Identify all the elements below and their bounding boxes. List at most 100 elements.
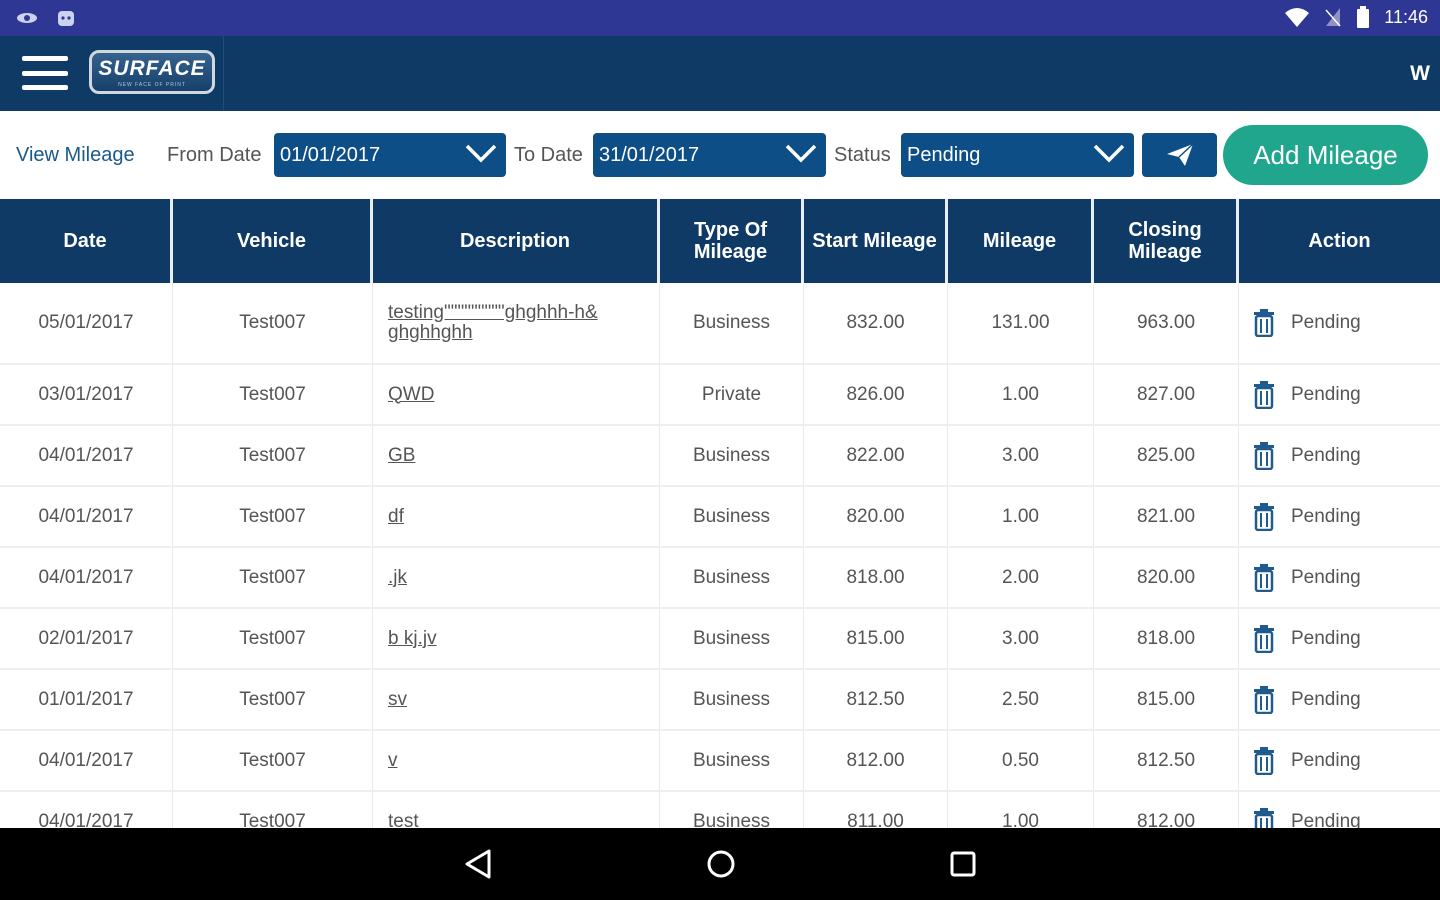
- home-icon[interactable]: [701, 846, 741, 882]
- cell-type: Business: [660, 283, 804, 363]
- trash-icon[interactable]: [1253, 441, 1275, 470]
- cell-closing-mileage: 812.00: [1094, 792, 1239, 828]
- description-link[interactable]: GB: [388, 445, 415, 466]
- back-icon[interactable]: [459, 846, 499, 882]
- add-mileage-button[interactable]: Add Mileage: [1223, 125, 1428, 185]
- table-row[interactable]: 02/01/2017 Test007 b kj.jv Business 815.…: [0, 609, 1440, 670]
- menu-icon[interactable]: [20, 54, 70, 92]
- cell-mileage: 1.00: [948, 487, 1094, 546]
- description-link[interactable]: v: [388, 750, 398, 771]
- cell-action: Pending: [1239, 426, 1440, 485]
- cell-date: 03/01/2017: [0, 365, 173, 424]
- cell-date: 01/01/2017: [0, 670, 173, 729]
- table-row[interactable]: 04/01/2017 Test007 df Business 820.00 1.…: [0, 487, 1440, 548]
- table-row[interactable]: 05/01/2017 Test007 testing"""""""""ghghh…: [0, 283, 1440, 365]
- chevron-down-icon: [1093, 144, 1125, 163]
- table-row[interactable]: 01/01/2017 Test007 sv Business 812.50 2.…: [0, 670, 1440, 731]
- cell-mileage: 3.00: [948, 426, 1094, 485]
- table-header: Date Vehicle Description Type Of Mileage…: [0, 199, 1440, 283]
- recents-icon[interactable]: [943, 846, 983, 882]
- trash-icon[interactable]: [1253, 563, 1275, 592]
- column-header-mileage[interactable]: Mileage: [948, 199, 1094, 283]
- table-row[interactable]: 04/01/2017 Test007 .jk Business 818.00 2…: [0, 548, 1440, 609]
- cell-action: Pending: [1239, 670, 1440, 729]
- chevron-down-icon: [465, 144, 497, 163]
- status-text: Pending: [1291, 749, 1361, 771]
- from-date-select[interactable]: 01/01/2017: [274, 133, 506, 177]
- cell-mileage: 0.50: [948, 731, 1094, 790]
- cell-start-mileage: 815.00: [804, 609, 948, 668]
- cell-type: Business: [660, 548, 804, 607]
- trash-icon[interactable]: [1253, 807, 1275, 829]
- cell-start-mileage: 812.00: [804, 731, 948, 790]
- status-text: Pending: [1291, 505, 1361, 527]
- cell-action: Pending: [1239, 365, 1440, 424]
- cell-closing-mileage: 820.00: [1094, 548, 1239, 607]
- to-date-label: To Date: [514, 144, 583, 166]
- mileage-table[interactable]: 05/01/2017 Test007 testing"""""""""ghghh…: [0, 283, 1440, 828]
- cell-vehicle: Test007: [173, 792, 373, 828]
- cell-description: b kj.jv: [373, 609, 660, 668]
- cell-mileage: 1.00: [948, 365, 1094, 424]
- cell-date: 02/01/2017: [0, 609, 173, 668]
- table-row[interactable]: 04/01/2017 Test007 test Business 811.00 …: [0, 792, 1440, 828]
- description-link[interactable]: df: [388, 506, 404, 527]
- cell-type: Business: [660, 670, 804, 729]
- cell-description: test: [373, 792, 660, 828]
- cell-vehicle: Test007: [173, 670, 373, 729]
- table-row[interactable]: 04/01/2017 Test007 v Business 812.00 0.5…: [0, 731, 1440, 792]
- app-notification-icon: [58, 11, 74, 26]
- status-text: Pending: [1291, 810, 1361, 829]
- description-link[interactable]: testing"""""""""ghghhh-h&ghghhghh: [388, 303, 603, 343]
- status-value: Pending: [907, 144, 981, 166]
- trash-icon[interactable]: [1253, 746, 1275, 775]
- table-row[interactable]: 03/01/2017 Test007 QWD Private 826.00 1.…: [0, 365, 1440, 426]
- app-bar: SURFACE NEW FACE OF PRINT W: [0, 36, 1440, 111]
- surface-logo: SURFACE NEW FACE OF PRINT: [89, 50, 215, 94]
- cell-closing-mileage: 815.00: [1094, 670, 1239, 729]
- from-date-value: 01/01/2017: [280, 144, 381, 166]
- cell-closing-mileage: 818.00: [1094, 609, 1239, 668]
- status-select[interactable]: Pending: [901, 133, 1134, 177]
- app-bar-divider: [223, 36, 224, 111]
- trash-icon[interactable]: [1253, 380, 1275, 409]
- send-icon: [1166, 143, 1194, 166]
- logo-tagline: NEW FACE OF PRINT: [118, 81, 186, 88]
- description-link[interactable]: QWD: [388, 384, 434, 405]
- cell-description: v: [373, 731, 660, 790]
- trash-icon[interactable]: [1253, 502, 1275, 531]
- trash-icon[interactable]: [1253, 685, 1275, 714]
- cell-start-mileage: 826.00: [804, 365, 948, 424]
- description-link[interactable]: b kj.jv: [388, 628, 437, 649]
- filter-bar: View Mileage From Date 01/01/2017 To Dat…: [0, 111, 1440, 199]
- description-link[interactable]: .jk: [388, 567, 407, 588]
- cell-date: 04/01/2017: [0, 426, 173, 485]
- navigation-bar: [0, 828, 1440, 900]
- cell-mileage: 131.00: [948, 283, 1094, 363]
- cell-mileage: 3.00: [948, 609, 1094, 668]
- description-link[interactable]: test: [388, 811, 419, 828]
- column-header-type[interactable]: Type Of Mileage: [660, 199, 804, 283]
- cell-mileage: 2.00: [948, 548, 1094, 607]
- cell-start-mileage: 832.00: [804, 283, 948, 363]
- cell-type: Business: [660, 426, 804, 485]
- page-title: View Mileage: [16, 144, 135, 166]
- cell-action: Pending: [1239, 731, 1440, 790]
- description-link[interactable]: sv: [388, 689, 407, 710]
- cell-action: Pending: [1239, 283, 1440, 363]
- trash-icon[interactable]: [1253, 309, 1275, 337]
- to-date-select[interactable]: 31/01/2017: [593, 133, 826, 177]
- cell-vehicle: Test007: [173, 283, 373, 363]
- filter-submit-button[interactable]: [1142, 133, 1217, 177]
- trash-icon[interactable]: [1253, 624, 1275, 653]
- cell-start-mileage: 818.00: [804, 548, 948, 607]
- column-header-start-mileage[interactable]: Start Mileage: [804, 199, 948, 283]
- column-header-vehicle[interactable]: Vehicle: [173, 199, 373, 283]
- cell-action: Pending: [1239, 548, 1440, 607]
- column-header-description[interactable]: Description: [373, 199, 660, 283]
- cell-description: .jk: [373, 548, 660, 607]
- table-row[interactable]: 04/01/2017 Test007 GB Business 822.00 3.…: [0, 426, 1440, 487]
- column-header-closing-mileage[interactable]: Closing Mileage: [1094, 199, 1239, 283]
- cell-closing-mileage: 821.00: [1094, 487, 1239, 546]
- column-header-date[interactable]: Date: [0, 199, 173, 283]
